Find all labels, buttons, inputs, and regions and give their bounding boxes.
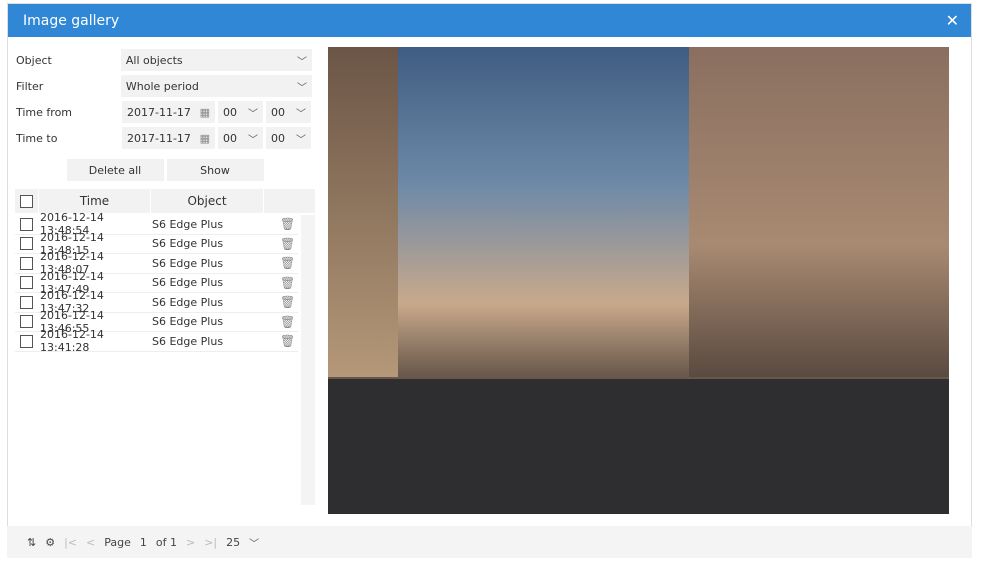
chevron-down-icon: ﹀ xyxy=(248,108,258,120)
gallery-image xyxy=(328,47,949,514)
delete-all-button[interactable]: Delete all xyxy=(66,159,164,181)
trash-icon[interactable]: 🗑 xyxy=(280,237,295,251)
settings-icon[interactable]: ⚙ xyxy=(45,536,55,549)
time-to-hour[interactable]: 00 ﹀ xyxy=(218,127,263,149)
trash-icon[interactable]: 🗑 xyxy=(280,256,295,270)
from-date-value: 2017-11-17 xyxy=(127,105,191,119)
object-label: Object xyxy=(16,53,52,67)
trash-icon[interactable]: 🗑 xyxy=(280,295,295,309)
object-select[interactable]: All objects ﹀ xyxy=(120,49,312,71)
chevron-down-icon: ﹀ xyxy=(297,82,307,94)
from-hour-value: 00 xyxy=(223,105,237,119)
table-row[interactable]: 2016-12-14 13:41:28 S6 Edge Plus 🗑 xyxy=(15,328,298,354)
trash-icon[interactable]: 🗑 xyxy=(280,334,295,348)
trash-icon[interactable]: 🗑 xyxy=(280,217,295,231)
window-title: Image gallery xyxy=(23,12,120,29)
filter-panel: Object All objects ﹀ Filter Whole period ﹀… xyxy=(15,47,315,515)
chevron-down-icon: ﹀ xyxy=(296,108,306,120)
filter-select[interactable]: Whole period ﹀ xyxy=(120,75,312,97)
pager: ⇅ ⚙ |< < Page 1 of 1 > >| 25 ﹀ xyxy=(7,526,972,558)
row-checkbox[interactable] xyxy=(20,237,33,251)
row-object: S6 Edge Plus xyxy=(152,237,224,251)
next-page-icon[interactable]: > xyxy=(186,536,195,549)
row-object: S6 Edge Plus xyxy=(152,295,224,309)
time-from-label: Time from xyxy=(16,105,73,119)
time-to-minute[interactable]: 00 ﹀ xyxy=(266,127,311,149)
prev-page-icon[interactable]: < xyxy=(86,536,95,549)
chevron-down-icon[interactable]: ﹀ xyxy=(249,535,259,550)
page-label: Page xyxy=(104,535,131,549)
time-to-label: Time to xyxy=(16,131,58,145)
row-object: S6 Edge Plus xyxy=(152,315,224,329)
trash-icon[interactable]: 🗑 xyxy=(280,276,295,290)
title-bar: Image gallery ✕ xyxy=(8,4,971,37)
refresh-icon[interactable]: ⇅ xyxy=(27,536,36,549)
time-from-hour[interactable]: 00 ﹀ xyxy=(218,101,263,123)
select-all-checkbox[interactable] xyxy=(20,194,33,208)
row-checkbox[interactable] xyxy=(20,334,33,348)
row-checkbox[interactable] xyxy=(20,276,33,290)
to-date-value: 2017-11-17 xyxy=(127,131,191,145)
filter-value: Whole period xyxy=(125,79,199,93)
trash-icon[interactable]: 🗑 xyxy=(280,315,295,329)
page-count: of 1 xyxy=(155,535,177,549)
show-button[interactable]: Show xyxy=(166,159,264,181)
row-object: S6 Edge Plus xyxy=(152,217,224,231)
table-header: Time Object xyxy=(15,189,315,213)
filter-label: Filter xyxy=(16,79,44,93)
row-checkbox[interactable] xyxy=(20,295,33,309)
time-from-minute[interactable]: 00 ﹀ xyxy=(266,101,311,123)
row-checkbox[interactable] xyxy=(20,256,33,270)
page-size[interactable]: 25 xyxy=(226,536,240,549)
calendar-icon[interactable]: ▦ xyxy=(200,132,210,145)
row-time: 2016-12-14 13:41:28 xyxy=(40,328,104,355)
calendar-icon[interactable]: ▦ xyxy=(200,106,210,119)
close-icon[interactable]: ✕ xyxy=(946,11,959,30)
row-checkbox[interactable] xyxy=(20,315,33,329)
chevron-down-icon: ﹀ xyxy=(296,134,306,146)
scrollbar[interactable] xyxy=(301,215,315,505)
row-checkbox[interactable] xyxy=(20,217,33,231)
column-time[interactable]: Time xyxy=(39,189,151,213)
image-list: 2016-12-14 13:48:54 S6 Edge Plus 🗑 2016-12-… xyxy=(15,211,315,515)
time-to-date[interactable]: 2017-11-17 ▦ xyxy=(122,127,215,149)
page-input[interactable]: 1 xyxy=(140,536,147,549)
row-object: S6 Edge Plus xyxy=(152,334,224,348)
row-object: S6 Edge Plus xyxy=(152,256,224,270)
chevron-down-icon: ﹀ xyxy=(248,134,258,146)
object-value: All objects xyxy=(125,53,183,67)
to-min-value: 00 xyxy=(271,131,285,145)
row-object: S6 Edge Plus xyxy=(152,276,224,290)
time-from-date[interactable]: 2017-11-17 ▦ xyxy=(122,101,215,123)
first-page-icon[interactable]: |< xyxy=(64,536,77,549)
last-page-icon[interactable]: >| xyxy=(204,536,217,549)
to-hour-value: 00 xyxy=(223,131,237,145)
from-min-value: 00 xyxy=(271,105,285,119)
column-object[interactable]: Object xyxy=(151,189,264,213)
chevron-down-icon: ﹀ xyxy=(297,56,307,68)
